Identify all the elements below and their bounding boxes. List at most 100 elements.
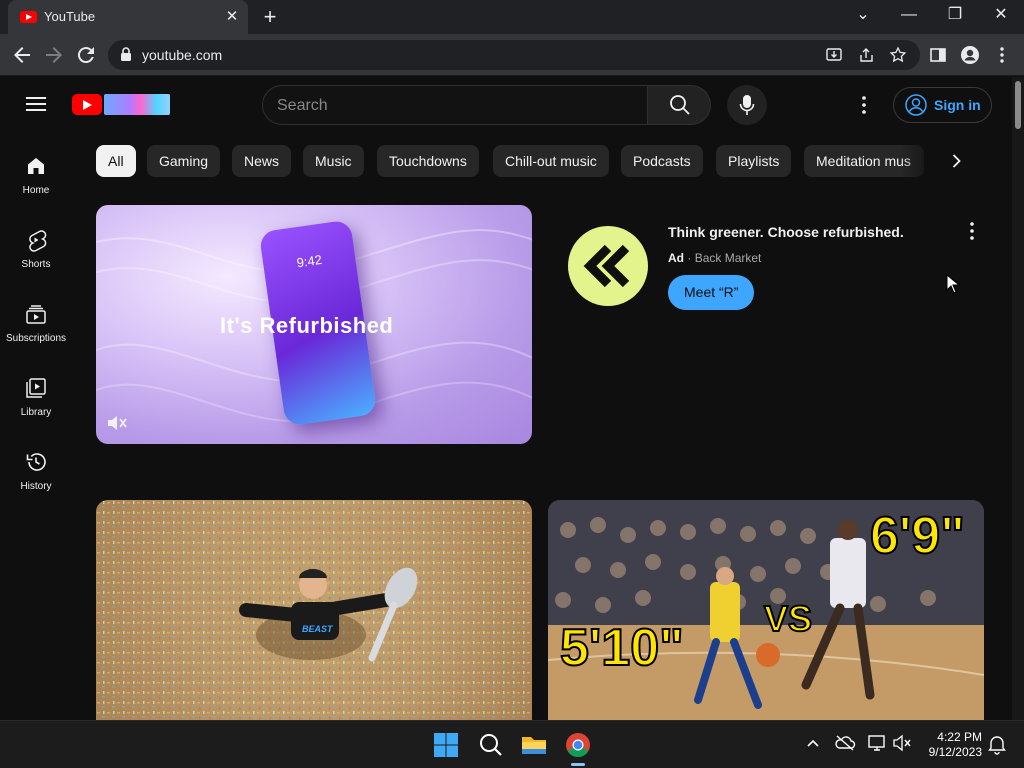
volume-muted-icon[interactable] <box>892 733 914 753</box>
search-button[interactable] <box>647 85 711 125</box>
video-thumbnail-1[interactable]: BEAST <box>96 500 532 720</box>
tab-close-button[interactable]: ✕ <box>222 7 242 25</box>
sidebar-item-library[interactable]: Library <box>0 376 72 450</box>
show-hidden-icons-button[interactable] <box>803 733 823 753</box>
windows-taskbar: 4:22 PM 9/12/2023 <box>0 720 1024 768</box>
sidebar-item-shorts[interactable]: Shorts <box>0 228 72 302</box>
subscriptions-icon <box>26 305 46 324</box>
reload-icon <box>77 47 94 64</box>
browser-tab-bar: YouTube ✕ + ⌄ — ❐ ✕ <box>0 0 1024 34</box>
youtube-header: Sign in <box>0 77 1012 133</box>
ad-badge: Ad <box>668 251 684 265</box>
chrome-taskbar-button[interactable] <box>562 729 594 766</box>
video-thumbnail-2[interactable]: 5'10" VS 6'9" <box>548 500 984 720</box>
account-circle-icon <box>905 94 927 116</box>
notifications-bell-icon[interactable] <box>986 733 1008 755</box>
sidebar-item-home[interactable]: Home <box>0 154 72 228</box>
youtube-doodle-logo[interactable] <box>104 94 170 115</box>
clock-time: 4:22 PM <box>937 730 982 744</box>
arrow-right-icon <box>46 47 62 63</box>
sidebar-item-subscriptions[interactable]: Subscriptions <box>0 302 72 376</box>
lock-icon <box>121 47 131 61</box>
network-icon[interactable] <box>866 733 888 753</box>
tab-title: YouTube <box>44 9 96 24</box>
reload-button[interactable] <box>74 43 98 67</box>
home-icon <box>28 158 44 174</box>
library-icon <box>26 378 46 398</box>
settings-more-icon[interactable] <box>852 93 876 117</box>
chip-all[interactable]: All <box>96 145 136 177</box>
tab-search-button[interactable]: ⌄ <box>848 4 878 28</box>
forward-button[interactable] <box>42 43 66 67</box>
windows-logo-icon <box>434 733 458 757</box>
ad-advertiser: Back Market <box>694 251 762 265</box>
height-left-text: 5'10" <box>559 618 685 678</box>
install-app-icon[interactable] <box>824 46 844 64</box>
chip-touchdowns[interactable]: Touchdowns <box>377 145 479 177</box>
profile-icon[interactable] <box>958 43 982 67</box>
ad-menu-icon[interactable] <box>960 219 984 243</box>
bookmark-star-icon[interactable] <box>888 46 908 64</box>
height-right-text: 6'9" <box>869 506 966 566</box>
sign-in-label: Sign in <box>934 97 981 113</box>
arrow-left-icon <box>14 47 30 63</box>
chip-news[interactable]: News <box>232 145 292 177</box>
voice-search-button[interactable] <box>727 85 767 125</box>
youtube-favicon-icon <box>20 11 37 23</box>
chip-gaming[interactable]: Gaming <box>147 145 221 177</box>
page-scrollbar[interactable] <box>1012 77 1024 720</box>
sign-in-button[interactable]: Sign in <box>893 87 992 123</box>
new-tab-button[interactable]: + <box>258 4 282 30</box>
minimize-button[interactable]: — <box>894 4 924 28</box>
ad-thumbnail[interactable]: 9:42 It's Refurbished <box>96 205 532 444</box>
chevron-right-icon <box>952 154 961 168</box>
browser-menu-icon[interactable] <box>990 43 1014 67</box>
mute-icon[interactable] <box>106 413 128 433</box>
search-box[interactable] <box>262 85 648 125</box>
ad-title[interactable]: Think greener. Choose refurbished. <box>668 224 904 240</box>
ad-separator: · <box>687 251 692 265</box>
chip-playlists[interactable]: Playlists <box>716 145 792 177</box>
browser-tab-youtube[interactable]: YouTube ✕ <box>8 0 248 34</box>
onedrive-icon[interactable] <box>834 733 856 753</box>
ad-meta: Ad · Back Market <box>668 251 761 265</box>
chips-next-button[interactable] <box>944 149 968 173</box>
chip-chill-out-music[interactable]: Chill-out music <box>493 145 609 177</box>
search-icon <box>480 734 502 756</box>
window-close-button[interactable]: ✕ <box>986 4 1016 28</box>
microphone-icon <box>739 95 755 115</box>
ad-thumbnail-text: It's Refurbished <box>220 313 394 338</box>
side-panel-icon[interactable] <box>926 43 950 67</box>
search-input[interactable] <box>277 95 637 117</box>
advertiser-logo[interactable] <box>568 226 648 306</box>
chip-podcasts[interactable]: Podcasts <box>621 145 703 177</box>
chrome-icon <box>566 733 590 758</box>
youtube-logo-icon[interactable] <box>72 94 102 115</box>
taskbar-search-button[interactable] <box>475 729 507 761</box>
shirt-text: BEAST <box>302 624 333 634</box>
file-explorer-button[interactable] <box>518 729 550 761</box>
start-button[interactable] <box>430 729 462 761</box>
share-icon[interactable] <box>856 46 876 64</box>
scrollbar-thumb[interactable] <box>1015 81 1021 129</box>
address-bar[interactable]: youtube.com <box>108 40 920 70</box>
chevron-up-icon <box>807 739 819 747</box>
menu-hamburger-icon[interactable] <box>26 97 46 111</box>
mouse-cursor-icon <box>946 274 960 294</box>
sidebar-item-history[interactable]: History <box>0 450 72 524</box>
restore-button[interactable]: ❐ <box>940 4 970 28</box>
clock-date: 9/12/2023 <box>928 745 982 759</box>
back-market-chevrons-icon <box>583 244 630 288</box>
browser-toolbar: youtube.com <box>0 34 1024 76</box>
folder-icon <box>522 737 546 754</box>
thumbnail-1-image <box>96 500 532 720</box>
taskbar-clock[interactable]: 4:22 PM 9/12/2023 <box>914 730 982 760</box>
ad-cta-button[interactable]: Meet “R” <box>668 275 755 310</box>
chip-music[interactable]: Music <box>303 145 364 177</box>
search-icon <box>670 95 690 115</box>
shorts-icon <box>29 230 47 252</box>
active-app-indicator <box>571 763 585 766</box>
back-button[interactable] <box>10 43 34 67</box>
url-text: youtube.com <box>142 47 223 63</box>
vs-text: VS <box>763 597 813 640</box>
